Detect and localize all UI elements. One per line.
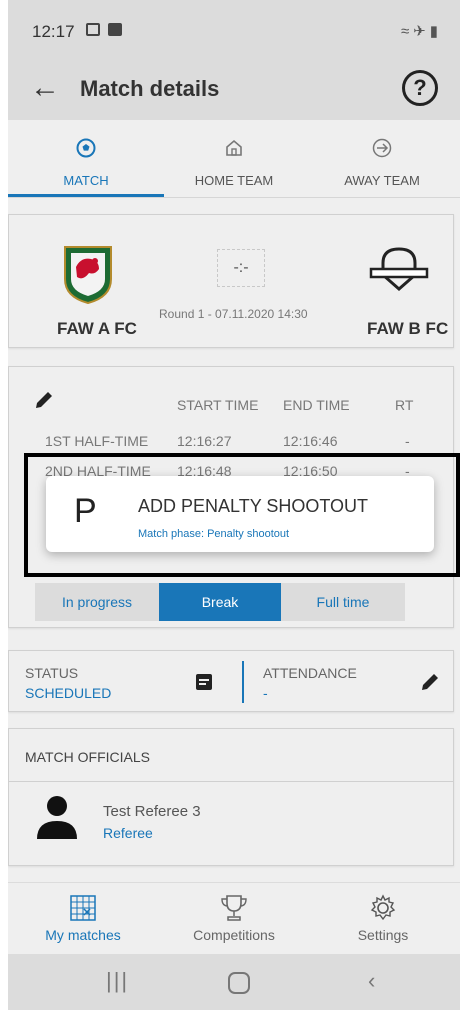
calendar-icon[interactable] <box>195 671 213 696</box>
status-label: STATUS <box>25 665 79 681</box>
attendance-label: ATTENDANCE <box>263 665 357 681</box>
official-role: Referee <box>103 825 153 841</box>
tab-home-team-label: HOME TEAM <box>194 173 274 188</box>
status-bar: 12:17 ≈✈▮ <box>8 0 460 58</box>
pencil-edit-icon[interactable] <box>33 389 55 411</box>
system-navigation-bar: ||| ‹ <box>8 954 460 1010</box>
segment-full-time[interactable]: Full time <box>281 583 405 621</box>
airplane-icon <box>307 138 457 163</box>
segment-break[interactable]: Break <box>159 583 281 621</box>
pencil-edit-icon[interactable] <box>419 671 441 698</box>
officials-heading: MATCH OFFICIALS <box>25 749 150 765</box>
tab-away-team-label: AWAY TEAM <box>344 173 420 188</box>
match-round-datetime: Round 1 - 07.11.2020 14:30 <box>159 307 308 321</box>
status-value: SCHEDULED <box>25 685 112 701</box>
match-card: FAW A FC -:- Round 1 - 07.11.2020 14:30 … <box>8 214 454 348</box>
add-penalty-shootout-option[interactable]: P ADD PENALTY SHOOTOUT Match phase: Pena… <box>46 476 434 552</box>
column-start-time: START TIME <box>177 397 259 413</box>
tab-bar: MATCH HOME TEAM AWAY TEAM <box>8 120 460 198</box>
status-divider <box>242 661 244 703</box>
away-team-name: FAW B FC <box>367 319 449 338</box>
match-score: -:- <box>217 249 265 287</box>
match-state-segmented-control: In progress Break Full time <box>35 583 405 621</box>
trophy-icon <box>217 893 251 923</box>
active-tab-indicator <box>8 194 164 197</box>
nav-my-matches[interactable]: My matches <box>8 883 158 955</box>
dialog-title: ADD PENALTY SHOOTOUT <box>138 496 369 516</box>
page-title: Match details <box>80 76 220 101</box>
attendance-value: - <box>263 685 268 701</box>
bottom-navigation: My matches Competitions Settings <box>8 882 460 954</box>
away-team-crest-placeholder <box>365 245 433 301</box>
back-button-icon[interactable]: ‹ <box>368 968 375 994</box>
nav-settings[interactable]: Settings <box>308 883 458 955</box>
phase-start: 12:16:27 <box>177 433 232 449</box>
nav-competitions-label: Competitions <box>193 927 275 943</box>
column-end-time: END TIME <box>283 397 350 413</box>
phase-letter-icon: P <box>74 492 97 530</box>
dialog-subtitle: Match phase: Penalty shootout <box>138 528 290 540</box>
soccer-ball-icon <box>11 138 161 163</box>
tab-match[interactable]: MATCH <box>11 120 161 198</box>
gear-icon <box>366 893 400 923</box>
app-bar: ← Match details ? <box>8 58 460 120</box>
match-officials-card: MATCH OFFICIALS Test Referee 3 Referee <box>8 728 454 866</box>
phase-end: 12:16:46 <box>283 433 338 449</box>
officials-divider <box>9 781 453 782</box>
wifi-airplane-battery-icon: ≈✈▮ <box>400 23 442 40</box>
home-icon <box>159 138 309 163</box>
tab-match-label: MATCH <box>63 173 109 188</box>
status-attendance-card: STATUS SCHEDULED ATTENDANCE - <box>8 650 454 712</box>
status-time: 12:17 <box>32 22 75 41</box>
tab-away-team[interactable]: AWAY TEAM <box>307 120 457 198</box>
gallery-icon <box>86 23 100 36</box>
nav-settings-label: Settings <box>357 927 409 943</box>
recent-apps-icon[interactable]: ||| <box>106 968 129 994</box>
phase-rt: - <box>405 433 410 449</box>
home-team-crest <box>61 243 115 305</box>
notification-icon <box>108 23 122 36</box>
nav-competitions[interactable]: Competitions <box>159 883 309 955</box>
official-name: Test Referee 3 <box>103 803 201 820</box>
home-team-name: FAW A FC <box>57 319 137 338</box>
home-button-icon[interactable] <box>228 972 250 994</box>
nav-my-matches-label: My matches <box>45 927 121 943</box>
back-arrow-icon[interactable]: ← <box>30 70 60 106</box>
calendar-grid-icon <box>66 893 100 923</box>
segment-in-progress[interactable]: In progress <box>35 583 159 621</box>
column-rt: RT <box>395 397 414 413</box>
help-icon[interactable]: ? <box>402 70 438 106</box>
tab-home-team[interactable]: HOME TEAM <box>159 120 309 198</box>
person-icon <box>37 795 77 844</box>
phase-name: 1ST HALF-TIME <box>45 433 149 449</box>
